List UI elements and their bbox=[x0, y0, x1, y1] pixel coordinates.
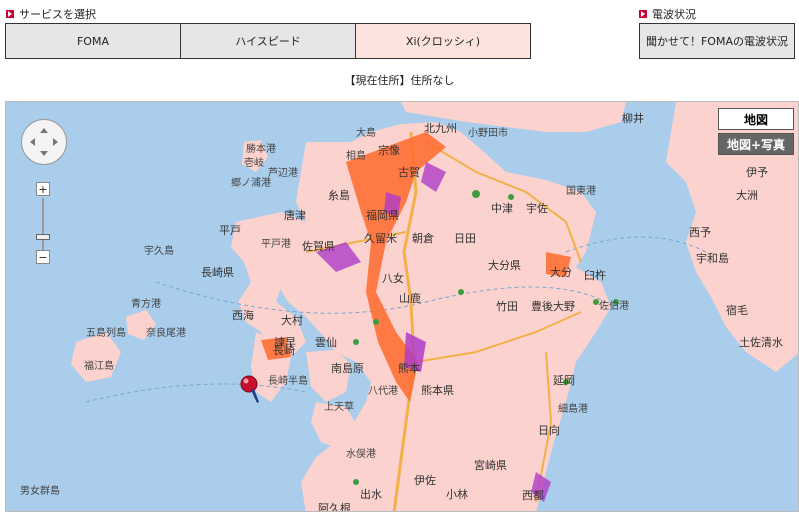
map-label: 臼杵 bbox=[584, 269, 606, 282]
map-label: 奈良尾港 bbox=[146, 328, 186, 339]
map-label: 男女群島 bbox=[20, 486, 60, 497]
map-label: 大分 bbox=[550, 266, 572, 279]
map-label: 柳井 bbox=[622, 112, 644, 125]
map-label: 福江島 bbox=[84, 361, 114, 372]
map-label: 八代港 bbox=[368, 386, 398, 397]
map-label: 小野田市 bbox=[468, 128, 508, 139]
map-label: 壱岐 bbox=[244, 158, 264, 169]
status-heading-text: 電波状況 bbox=[652, 8, 696, 21]
map-label: 佐伯港 bbox=[599, 301, 629, 312]
map-label: 宗像 bbox=[378, 144, 400, 157]
map-label: 大分県 bbox=[488, 259, 521, 272]
map-label: 北九州 bbox=[424, 122, 457, 135]
service-heading-text: サービスを選択 bbox=[19, 8, 96, 21]
tab-xi[interactable]: Xi(クロッシィ) bbox=[356, 24, 530, 58]
zoom-out-button[interactable]: − bbox=[36, 250, 50, 264]
map-label: 宮崎県 bbox=[474, 459, 507, 472]
map-label: 朝倉 bbox=[412, 232, 434, 245]
map-label: 竹田 bbox=[496, 300, 518, 313]
map-label: 長崎半島 bbox=[268, 376, 308, 387]
map-label: 水俣港 bbox=[346, 449, 376, 460]
map-label: 大村 bbox=[281, 314, 303, 327]
address-label: 【現在住所】 bbox=[344, 74, 411, 87]
coverage-map[interactable]: 大島 北九州 小野田市 柳井 宗像 相島 古賀 壱岐 勝本港 芦辺港 郷ノ浦港 … bbox=[5, 101, 799, 512]
map-label: 佐賀県 bbox=[302, 240, 335, 253]
map-label: 長崎県 bbox=[201, 266, 234, 279]
map-label: 宇和島 bbox=[696, 252, 729, 265]
zoom-in-button[interactable]: + bbox=[36, 182, 50, 196]
map-label: 福岡県 bbox=[366, 209, 399, 222]
signal-report-button[interactable]: 聞かせて！FOMAの電波状況 bbox=[639, 23, 795, 59]
map-label: 大洲 bbox=[736, 189, 758, 202]
map-label: 南島原 bbox=[331, 362, 364, 375]
map-label: 延岡 bbox=[553, 374, 575, 387]
current-address: 【現在住所】住所なし bbox=[0, 72, 799, 88]
map-label: 青方港 bbox=[131, 299, 161, 310]
map-label: 西海 bbox=[232, 309, 254, 322]
tab-foma[interactable]: FOMA bbox=[6, 24, 181, 58]
pan-control[interactable] bbox=[21, 119, 67, 165]
map-type-map-button[interactable]: 地図 bbox=[718, 108, 794, 130]
service-section-heading: サービスを選択 bbox=[6, 6, 96, 22]
map-label: 豊後大野 bbox=[531, 300, 575, 313]
map-label: 日田 bbox=[454, 232, 476, 245]
map-label: 古賀 bbox=[398, 166, 420, 179]
status-section-heading: 電波状況 bbox=[639, 6, 696, 22]
map-label: 西都 bbox=[522, 489, 544, 502]
map-label: 出水 bbox=[360, 488, 382, 501]
section-arrow-icon bbox=[6, 10, 14, 18]
map-label: 宇佐 bbox=[526, 202, 548, 215]
map-label: 宇久島 bbox=[144, 246, 174, 257]
map-label: 伊佐 bbox=[414, 474, 436, 487]
map-label: 中津 bbox=[491, 202, 513, 215]
location-pin-icon[interactable] bbox=[239, 375, 261, 405]
map-label: 熊本 bbox=[398, 362, 420, 375]
map-label: 平戸港 bbox=[261, 239, 291, 250]
map-label: 熊本県 bbox=[421, 384, 454, 397]
map-label: 久留米 bbox=[364, 232, 397, 245]
map-label: 小林 bbox=[446, 488, 468, 501]
map-label: 糸島 bbox=[328, 189, 350, 202]
map-label: 土佐清水 bbox=[739, 336, 783, 349]
address-value: 住所なし bbox=[410, 74, 455, 87]
map-label: 平戸 bbox=[219, 224, 241, 237]
map-label: 上天草 bbox=[324, 402, 354, 413]
map-label: 八女 bbox=[382, 272, 404, 285]
map-label: 長崎 bbox=[273, 344, 295, 357]
map-label: 山鹿 bbox=[399, 292, 421, 305]
zoom-slider-track[interactable] bbox=[42, 198, 44, 258]
map-label: 阿久根 bbox=[318, 502, 351, 512]
zoom-slider-handle[interactable] bbox=[36, 234, 50, 240]
map-label: 宿毛 bbox=[726, 304, 748, 317]
map-label: 勝本港 bbox=[246, 144, 276, 155]
tab-high-speed[interactable]: ハイスピード bbox=[181, 24, 356, 58]
map-label: 郷ノ浦港 bbox=[231, 178, 271, 189]
map-label: 唐津 bbox=[284, 209, 306, 222]
map-label: 芦辺港 bbox=[268, 168, 298, 179]
map-label: 雲仙 bbox=[315, 336, 337, 349]
map-label: 細島港 bbox=[558, 404, 588, 415]
map-label: 大島 bbox=[356, 128, 376, 139]
pan-arrows-icon bbox=[30, 128, 58, 156]
zoom-control: + − bbox=[36, 182, 52, 272]
map-label: 伊予 bbox=[746, 166, 768, 179]
map-type-hybrid-button[interactable]: 地図+写真 bbox=[718, 133, 794, 155]
map-label: 日向 bbox=[538, 424, 560, 437]
section-arrow-icon bbox=[639, 10, 647, 18]
map-label: 相島 bbox=[346, 151, 366, 162]
map-label: 五島列島 bbox=[86, 328, 126, 339]
map-label: 西予 bbox=[689, 226, 711, 239]
map-label: 国東港 bbox=[566, 186, 596, 197]
service-tabs: FOMA ハイスピード Xi(クロッシィ) bbox=[5, 23, 531, 59]
